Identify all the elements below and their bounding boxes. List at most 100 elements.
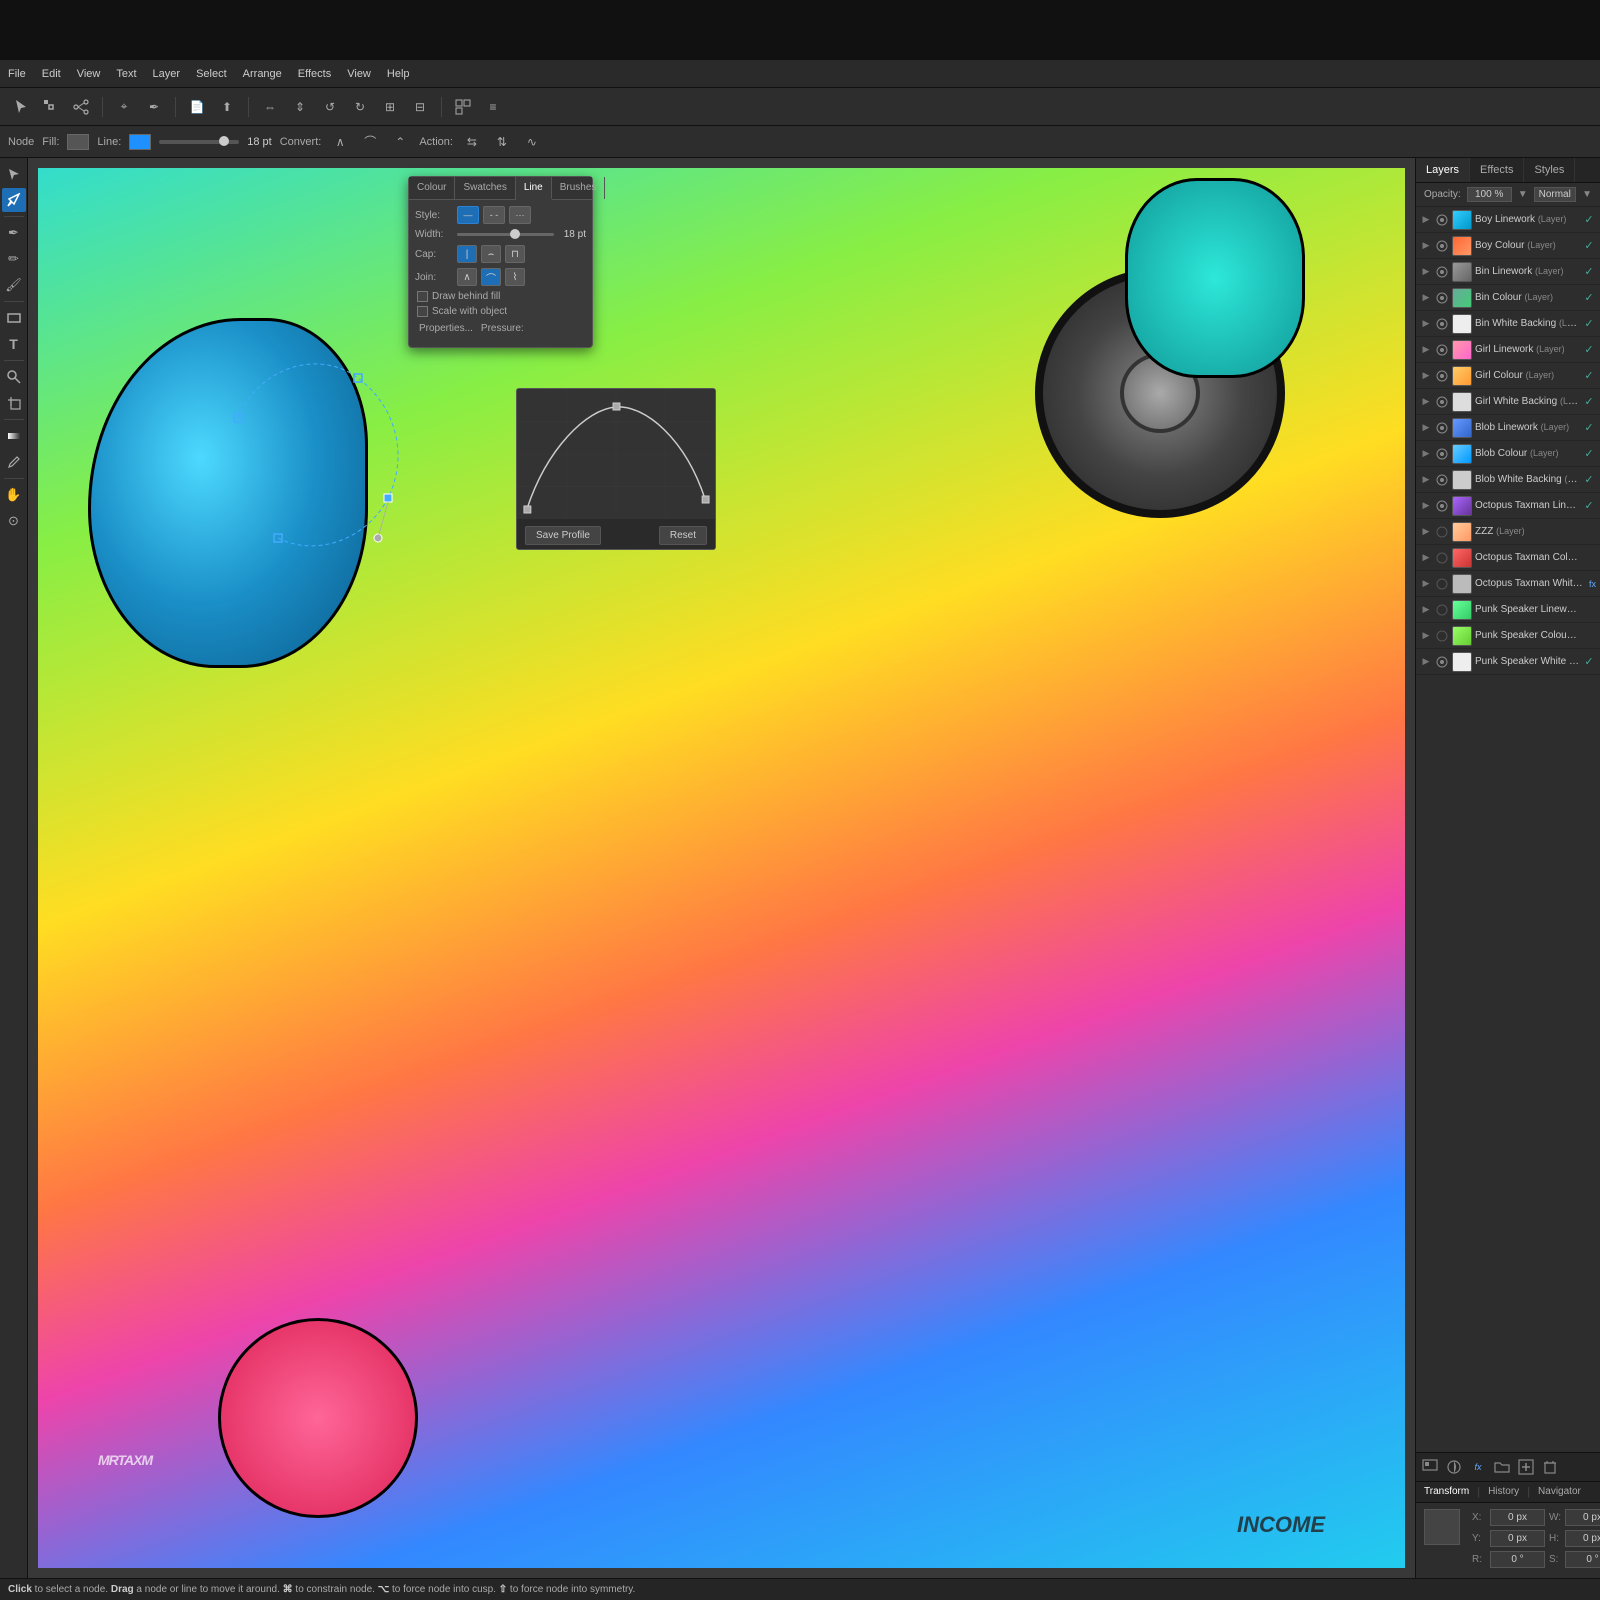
hand-tool[interactable]: ✋ — [2, 483, 26, 507]
layer-expand-icon[interactable]: ▶ — [1420, 240, 1432, 252]
layer-blob-colour[interactable]: ▶ Blob Colour (Layer) ✓ — [1416, 441, 1600, 467]
layer-check-icon[interactable]: ✓ — [1582, 343, 1596, 357]
layer-expand-icon[interactable]: ▶ — [1420, 214, 1432, 226]
layer-girl-linework[interactable]: ▶ Girl Linework (Layer) ✓ — [1416, 337, 1600, 363]
layer-octopus-white[interactable]: ▶ Octopus Taxman White B fx — [1416, 571, 1600, 597]
convert-btn-1[interactable]: ∧ — [329, 131, 351, 153]
layer-visibility-icon[interactable] — [1435, 603, 1449, 617]
cap-butt[interactable]: | — [457, 245, 477, 263]
action-btn-3[interactable]: ∿ — [521, 131, 543, 153]
menu-file[interactable]: File — [8, 68, 26, 80]
cap-round[interactable]: ⌢ — [481, 245, 501, 263]
zoom-tool[interactable] — [2, 365, 26, 389]
menu-arrange[interactable]: Arrange — [243, 68, 282, 80]
toolbar-pen[interactable]: ✒ — [141, 94, 167, 120]
action-btn-1[interactable]: ⇆ — [461, 131, 483, 153]
toolbar-place[interactable]: 📄 — [184, 94, 210, 120]
tab-colour[interactable]: Colour — [409, 177, 455, 199]
style-dashed[interactable]: - - — [483, 206, 505, 224]
layer-blob-linework[interactable]: ▶ Blob Linework (Layer) ✓ — [1416, 415, 1600, 441]
layer-visibility-icon[interactable] — [1435, 525, 1449, 539]
layer-visibility-icon[interactable] — [1435, 369, 1449, 383]
toolbar-share[interactable] — [68, 94, 94, 120]
menu-view2[interactable]: View — [347, 68, 371, 80]
menu-layer[interactable]: Layer — [153, 68, 181, 80]
layer-expand-icon[interactable]: ▶ — [1420, 266, 1432, 278]
layer-zzz[interactable]: ▶ ZZZ (Layer) ✓ — [1416, 519, 1600, 545]
menu-effects[interactable]: Effects — [298, 68, 331, 80]
r-input[interactable] — [1490, 1551, 1545, 1568]
layer-expand-icon[interactable]: ▶ — [1420, 292, 1432, 304]
layer-visibility-icon[interactable] — [1435, 473, 1449, 487]
eyedropper-tool[interactable] — [2, 450, 26, 474]
layer-visibility-icon[interactable] — [1435, 239, 1449, 253]
layer-check-icon[interactable]: ✓ — [1582, 369, 1596, 383]
layer-expand-icon[interactable]: ▶ — [1420, 344, 1432, 356]
line-width-slider[interactable] — [159, 140, 239, 144]
toolbar-node[interactable] — [38, 94, 64, 120]
join-round[interactable]: ⌒ — [481, 268, 501, 286]
layer-visibility-icon[interactable] — [1435, 577, 1449, 591]
layer-visibility-icon[interactable] — [1435, 213, 1449, 227]
layer-octopus-linework[interactable]: ▶ Octopus Taxman Linewo ✓ — [1416, 493, 1600, 519]
transform-tab[interactable]: Transform — [1416, 1482, 1477, 1502]
toolbar-flip-v[interactable]: ⇕ — [287, 94, 313, 120]
layer-visibility-icon[interactable] — [1435, 317, 1449, 331]
toolbar-rotate-r[interactable]: ↻ — [347, 94, 373, 120]
tab-line[interactable]: Line — [516, 177, 552, 200]
layer-expand-icon[interactable]: ▶ — [1420, 552, 1432, 564]
layer-check-icon[interactable]: ✓ — [1582, 447, 1596, 461]
layer-expand-icon[interactable]: ▶ — [1420, 578, 1432, 590]
s-input[interactable] — [1565, 1551, 1600, 1568]
layer-visibility-icon[interactable] — [1435, 629, 1449, 643]
layer-girl-colour[interactable]: ▶ Girl Colour (Layer) ✓ — [1416, 363, 1600, 389]
layer-octopus-colour[interactable]: ▶ Octopus Taxman Colour ✓ — [1416, 545, 1600, 571]
convert-btn-3[interactable]: ⌃ — [389, 131, 411, 153]
layer-visibility-icon[interactable] — [1435, 291, 1449, 305]
line-color-swatch[interactable] — [129, 134, 151, 150]
blend-mode-select[interactable]: Normal — [1534, 187, 1577, 202]
navigator-tab[interactable]: Navigator — [1530, 1482, 1589, 1502]
convert-btn-2[interactable]: ⌒ — [359, 131, 381, 153]
layer-expand-icon[interactable]: ▶ — [1420, 474, 1432, 486]
fill-swatch[interactable] — [67, 134, 89, 150]
tab-effects[interactable]: Effects — [1470, 158, 1524, 182]
layer-check-icon[interactable]: ✓ — [1582, 213, 1596, 227]
pressure-point-mid[interactable] — [613, 403, 620, 410]
layer-bin-white-backing[interactable]: ▶ Bin White Backing (Layer) ✓ — [1416, 311, 1600, 337]
tab-layers[interactable]: Layers — [1416, 158, 1470, 182]
gradient-tool[interactable] — [2, 424, 26, 448]
layer-check-icon[interactable]: ✓ — [1582, 395, 1596, 409]
draw-behind-fill-checkbox[interactable] — [417, 291, 428, 302]
layer-expand-icon[interactable]: ▶ — [1420, 604, 1432, 616]
rectangle-tool[interactable] — [2, 306, 26, 330]
layer-visibility-icon[interactable] — [1435, 421, 1449, 435]
history-tab[interactable]: History — [1480, 1482, 1527, 1502]
paint-brush-tool[interactable]: 🖌 — [2, 273, 26, 297]
layer-move-down-button[interactable] — [1420, 1457, 1440, 1477]
menu-select[interactable]: Select — [196, 68, 227, 80]
layer-boy-colour[interactable]: ▶ Boy Colour (Layer) ✓ — [1416, 233, 1600, 259]
toolbar-flip-h[interactable]: ⇔ — [257, 94, 283, 120]
toolbar-export[interactable]: ⬆ — [214, 94, 240, 120]
layer-check-icon[interactable]: ✓ — [1582, 239, 1596, 253]
layer-visibility-icon[interactable] — [1435, 499, 1449, 513]
toolbar-constraints[interactable]: ⌖ — [111, 94, 137, 120]
toolbar-expand[interactable]: ⊞ — [377, 94, 403, 120]
tab-swatches[interactable]: Swatches — [455, 177, 515, 199]
text-tool[interactable]: T — [2, 332, 26, 356]
tab-styles[interactable]: Styles — [1524, 158, 1575, 182]
layer-expand-icon[interactable]: ▶ — [1420, 370, 1432, 382]
layer-fx-button[interactable]: fx — [1468, 1457, 1488, 1477]
layer-check-icon[interactable]: ✓ — [1582, 655, 1596, 669]
layer-delete-button[interactable] — [1540, 1457, 1560, 1477]
action-btn-2[interactable]: ⇅ — [491, 131, 513, 153]
layer-visibility-icon[interactable] — [1435, 395, 1449, 409]
layer-expand-icon[interactable]: ▶ — [1420, 500, 1432, 512]
save-profile-button[interactable]: Save Profile — [525, 526, 601, 545]
pressure-point-end[interactable] — [702, 496, 709, 503]
layer-check-icon[interactable]: ✓ — [1582, 265, 1596, 279]
node-tool[interactable] — [2, 188, 26, 212]
menu-help[interactable]: Help — [387, 68, 410, 80]
layer-check-icon[interactable]: ✓ — [1582, 421, 1596, 435]
